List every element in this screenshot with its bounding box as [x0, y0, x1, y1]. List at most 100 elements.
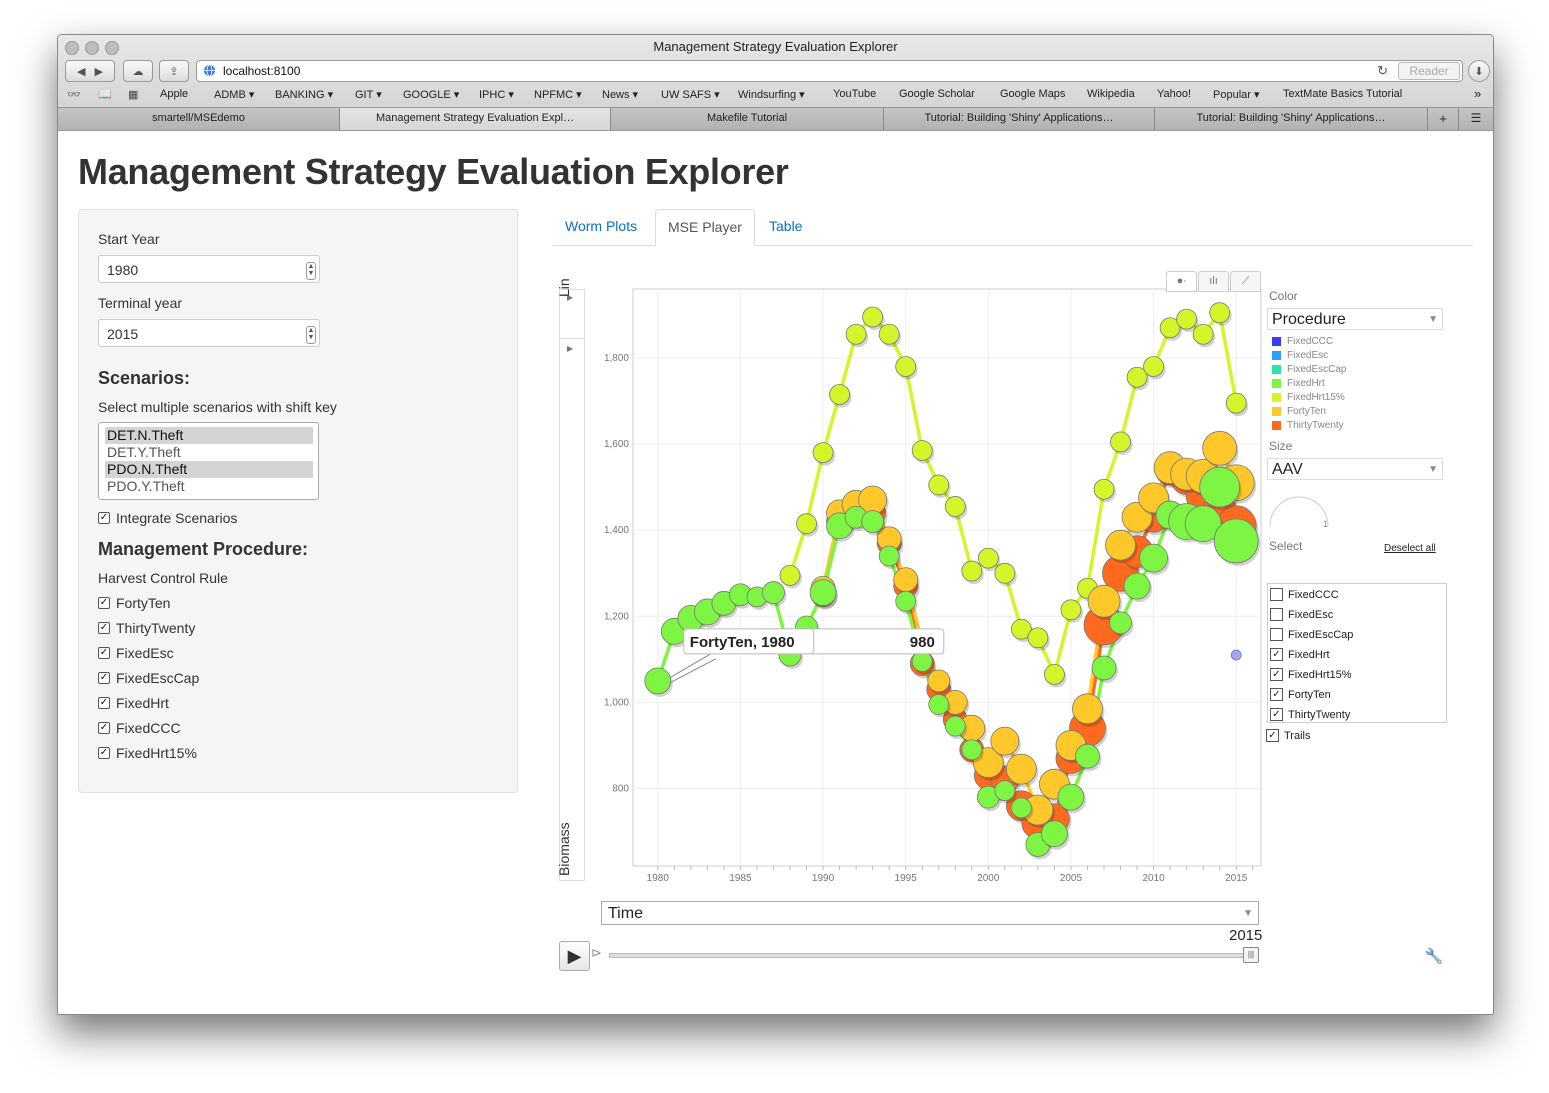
- scenario-option[interactable]: DET.Y.Theft: [105, 444, 313, 461]
- hcr-checkbox-fixedhrt15[interactable]: ✓ FixedHrt15%: [98, 745, 197, 761]
- browser-tab[interactable]: smartell/MSEdemo: [58, 108, 340, 130]
- chart-plot[interactable]: 800 1,000 1,200 1,400 1,600 1,800 1980 1985 1990…: [553, 261, 1265, 901]
- browser-tab[interactable]: Tutorial: Building 'Shiny' Applications…: [884, 108, 1155, 130]
- select-item-checkbox[interactable]: ✓: [1270, 668, 1283, 681]
- bookmark-item[interactable]: Wikipedia: [1087, 88, 1135, 100]
- select-item[interactable]: ✓ FixedHrt15%: [1270, 668, 1352, 681]
- select-item-checkbox[interactable]: ✓: [1270, 708, 1283, 721]
- time-slider-thumb[interactable]: |||: [1243, 947, 1259, 963]
- checkmark-icon[interactable]: ✓: [98, 722, 110, 734]
- wrench-settings-icon[interactable]: 🔧: [1423, 947, 1445, 967]
- bookmark-item[interactable]: Apple: [160, 88, 188, 100]
- bookmark-item[interactable]: YouTube: [833, 88, 876, 100]
- bookmarks-book-icon[interactable]: 📖: [98, 88, 112, 101]
- hcr-checkbox-fixedesc[interactable]: ✓ FixedEsc: [98, 645, 174, 661]
- checkmark-icon[interactable]: ✓: [1266, 729, 1279, 742]
- reading-list-icon[interactable]: 👓: [67, 88, 81, 101]
- deselect-all-link[interactable]: Deselect all: [1384, 543, 1436, 554]
- bookmark-item[interactable]: GOOGLE ▾: [403, 88, 459, 101]
- select-item[interactable]: ✓ FortyTen: [1270, 688, 1331, 701]
- bubble-chart-icon[interactable]: ●∙: [1166, 271, 1197, 292]
- line-chart-icon[interactable]: ⟋: [1230, 271, 1261, 292]
- browser-tab[interactable]: Tutorial: Building 'Shiny' Applications…: [1155, 108, 1428, 130]
- checkmark-icon[interactable]: ✓: [98, 512, 110, 524]
- legend-item[interactable]: FixedHrt: [1272, 378, 1325, 389]
- bookmark-item[interactable]: Windsurfing ▾: [738, 88, 805, 101]
- downloads-button[interactable]: ⬇: [1468, 60, 1490, 82]
- bar-chart-icon[interactable]: ılı: [1198, 271, 1229, 292]
- bookmark-item[interactable]: IPHC ▾: [479, 88, 514, 101]
- select-item-checkbox[interactable]: [1270, 628, 1283, 641]
- legend-item[interactable]: FixedEsc: [1272, 350, 1328, 361]
- reload-icon[interactable]: ↻: [1377, 63, 1388, 79]
- time-slider-track[interactable]: [609, 953, 1259, 958]
- back-forward-buttons[interactable]: ◀ ▶: [65, 60, 115, 82]
- icloud-tabs-button[interactable]: ☁: [123, 60, 153, 82]
- checkmark-icon[interactable]: ✓: [98, 697, 110, 709]
- reader-button[interactable]: Reader: [1398, 62, 1460, 80]
- bookmark-item[interactable]: Popular ▾: [1213, 88, 1260, 101]
- play-button[interactable]: ▶: [559, 941, 590, 971]
- hcr-checkbox-fixedccc[interactable]: ✓ FixedCCC: [98, 720, 181, 736]
- scenario-option-selected[interactable]: PDO.N.Theft: [105, 461, 313, 478]
- address-bar[interactable]: localhost:8100 ↻ Reader: [196, 60, 1463, 82]
- bookmark-item[interactable]: BANKING ▾: [275, 88, 333, 101]
- legend-item[interactable]: FixedEscCap: [1272, 364, 1346, 375]
- hcr-checkbox-fixedesccap[interactable]: ✓ FixedEscCap: [98, 670, 199, 686]
- back-arrow-icon[interactable]: ◀: [77, 65, 85, 78]
- select-item[interactable]: FixedCCC: [1270, 588, 1339, 601]
- legend-item[interactable]: FixedCCC: [1272, 336, 1333, 347]
- share-button[interactable]: ⇪: [159, 60, 189, 82]
- start-year-input[interactable]: 1980 ▲ ▼: [98, 255, 320, 283]
- new-tab-plus-icon[interactable]: +: [1428, 108, 1459, 130]
- select-item[interactable]: FixedEsc: [1270, 608, 1333, 621]
- select-item-checkbox[interactable]: [1270, 588, 1283, 601]
- select-item[interactable]: FixedEscCap: [1270, 628, 1353, 641]
- bookmark-item[interactable]: TextMate Basics Tutorial: [1283, 88, 1402, 100]
- bookmark-item[interactable]: UW SAFS ▾: [661, 88, 720, 101]
- color-variable-select[interactable]: Procedure ▼: [1267, 308, 1443, 330]
- forward-arrow-icon[interactable]: ▶: [95, 65, 103, 78]
- x-variable-select[interactable]: Time ▼: [601, 901, 1259, 925]
- bookmark-item[interactable]: NPFMC ▾: [534, 88, 582, 101]
- legend-item[interactable]: FortyTen: [1272, 406, 1326, 417]
- hcr-checkbox-fixedhrt[interactable]: ✓ FixedHrt: [98, 695, 169, 711]
- select-item[interactable]: ✓ ThirtyTwenty: [1270, 708, 1350, 721]
- bookmark-item[interactable]: Google Maps: [1000, 88, 1065, 100]
- terminal-year-spinner-icon[interactable]: ▲ ▼: [306, 326, 316, 344]
- checkmark-icon[interactable]: ✓: [98, 747, 110, 759]
- select-item-checkbox[interactable]: [1270, 608, 1283, 621]
- tab-mse-player[interactable]: MSE Player: [655, 209, 755, 246]
- checkmark-icon[interactable]: ✓: [98, 647, 110, 659]
- tab-worm-plots[interactable]: Worm Plots: [553, 209, 649, 244]
- size-variable-select[interactable]: AAV ▼: [1267, 458, 1443, 480]
- scenarios-multiselect[interactable]: DET.N.Theft DET.Y.Theft PDO.N.Theft PDO.…: [98, 422, 319, 500]
- playback-speed-icon[interactable]: ⊳: [591, 945, 602, 961]
- start-year-spinner-icon[interactable]: ▲ ▼: [306, 262, 316, 280]
- browser-tab[interactable]: Makefile Tutorial: [611, 108, 884, 130]
- trails-checkbox[interactable]: ✓ Trails: [1266, 729, 1310, 742]
- tab-overview-icon[interactable]: ☰: [1459, 108, 1493, 130]
- scenario-option-selected[interactable]: DET.N.Theft: [105, 427, 313, 444]
- bookmark-item[interactable]: ADMB ▾: [214, 88, 254, 101]
- checkmark-icon[interactable]: ✓: [98, 622, 110, 634]
- hcr-checkbox-thirtytwenty[interactable]: ✓ ThirtyTwenty: [98, 620, 195, 636]
- tab-table[interactable]: Table: [757, 209, 814, 244]
- bookmark-item[interactable]: News ▾: [602, 88, 638, 101]
- hcr-checkbox-fortyten[interactable]: ✓ FortyTen: [98, 595, 170, 611]
- terminal-year-input[interactable]: 2015 ▲ ▼: [98, 319, 320, 347]
- bookmark-item[interactable]: Google Scholar: [899, 88, 975, 100]
- checkmark-icon[interactable]: ✓: [98, 672, 110, 684]
- scenario-option[interactable]: PDO.Y.Theft: [105, 478, 313, 495]
- bookmark-item[interactable]: Yahoo!: [1157, 88, 1191, 100]
- select-item-checkbox[interactable]: ✓: [1270, 688, 1283, 701]
- select-item-checkbox[interactable]: ✓: [1270, 648, 1283, 661]
- top-sites-grid-icon[interactable]: ▦: [128, 88, 138, 101]
- browser-tab-active[interactable]: Management Strategy Evaluation Expl…: [340, 108, 611, 130]
- checkmark-icon[interactable]: ✓: [98, 597, 110, 609]
- bookmark-item[interactable]: GIT ▾: [355, 88, 382, 101]
- more-bookmarks-chevron-icon[interactable]: »: [1474, 86, 1481, 101]
- integrate-scenarios-checkbox[interactable]: ✓ Integrate Scenarios: [98, 510, 237, 526]
- legend-item[interactable]: ThirtyTwenty: [1272, 420, 1344, 431]
- legend-item[interactable]: FixedHrt15%: [1272, 392, 1345, 403]
